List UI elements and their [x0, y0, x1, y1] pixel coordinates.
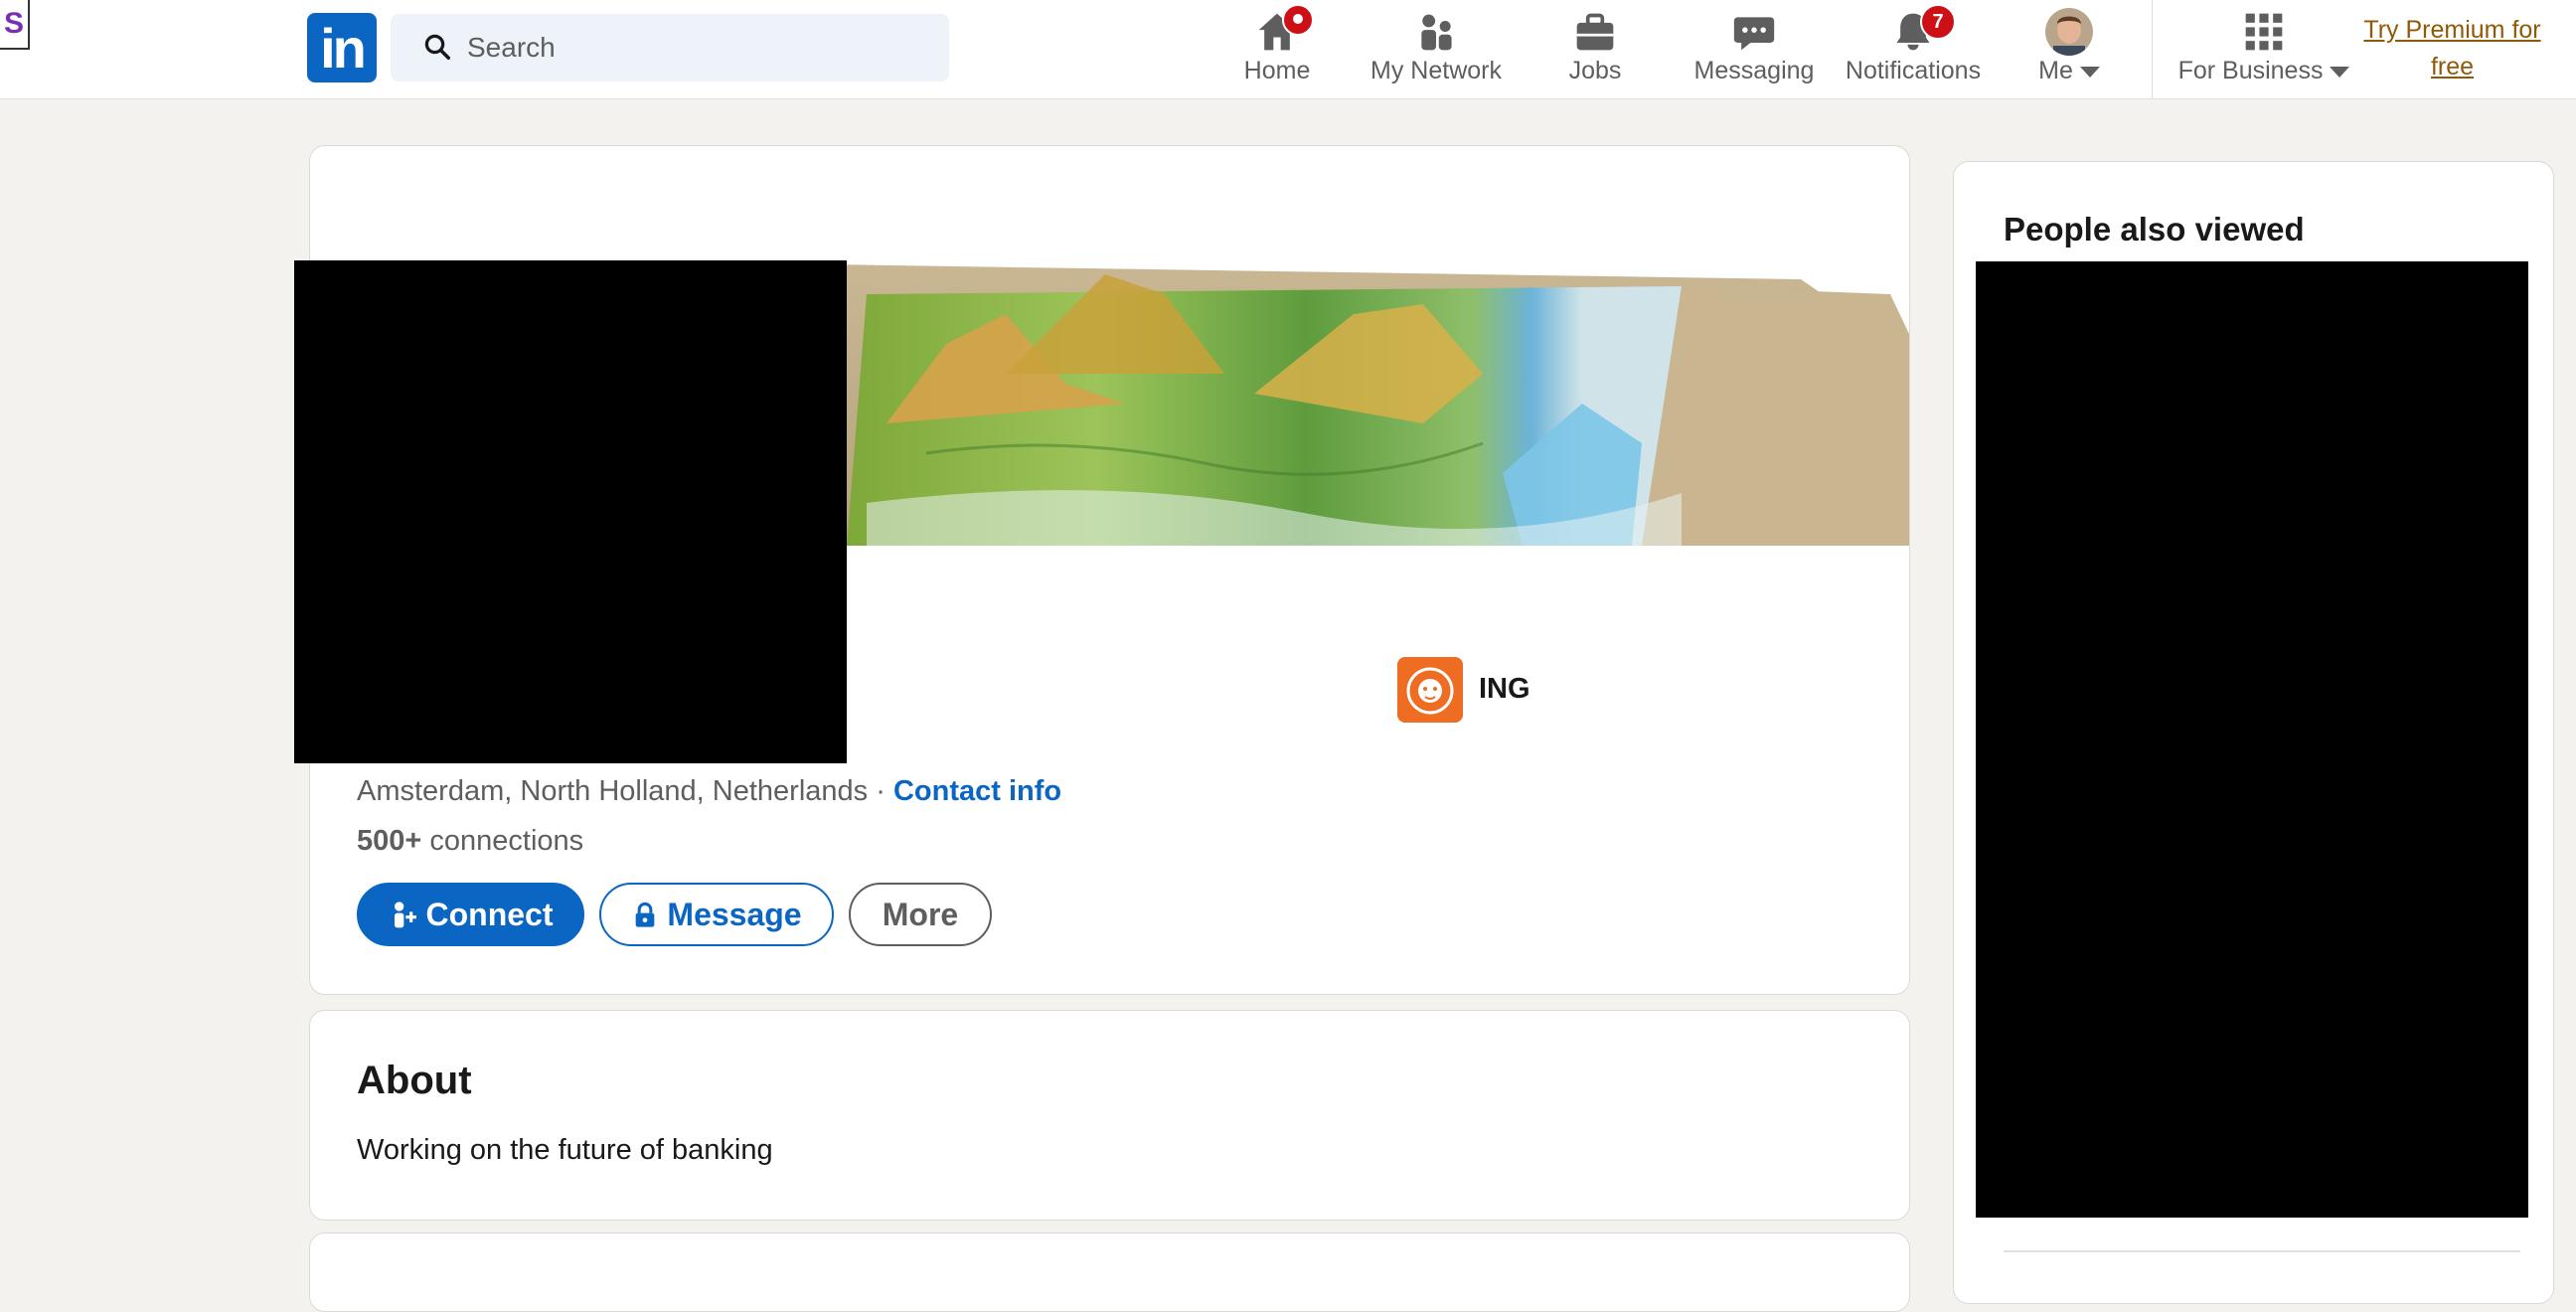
nav-label-me: Me [2000, 57, 2139, 85]
home-notification-dot [1282, 4, 1314, 36]
lock-icon [636, 902, 655, 927]
grid-icon [2245, 13, 2283, 51]
nav-label-for-business: For Business [2165, 57, 2363, 85]
contact-info-link[interactable]: Contact info [893, 775, 1061, 807]
about-text: Working on the future of banking [357, 1134, 773, 1166]
current-company-name[interactable]: ING [1479, 673, 1530, 706]
connect-button[interactable]: Connect [357, 883, 584, 946]
location-text: Amsterdam, North Holland, Netherlands [357, 775, 869, 807]
nav-notifications[interactable]: 7 Notifications [1844, 0, 1983, 99]
nav-label-jobs: Jobs [1568, 57, 1622, 84]
location-separator: · [868, 775, 893, 807]
nav-label-home: Home [1243, 57, 1311, 84]
connections-label: connections [421, 825, 584, 857]
search-icon [424, 34, 450, 60]
message-button-label: Message [667, 897, 802, 932]
sidebar-divider [2004, 1250, 2520, 1252]
nav-for-business[interactable]: For Business [2165, 0, 2363, 99]
people-also-viewed-redacted [1976, 261, 2528, 1218]
nav-my-network[interactable]: My Network [1367, 0, 1506, 99]
ing-lion-logo[interactable] [1397, 657, 1463, 723]
profile-location: Amsterdam, North Holland, Netherlands · … [357, 775, 1061, 808]
nav-label-messaging: Messaging [1693, 57, 1815, 84]
chevron-down-icon [2330, 67, 2350, 79]
network-icon [1421, 14, 1452, 51]
try-premium-link[interactable]: Try Premium for free [2355, 12, 2549, 85]
people-also-viewed-heading: People also viewed [2004, 211, 2305, 247]
messaging-icon [1733, 17, 1775, 51]
extension-badge[interactable]: S [0, 0, 30, 50]
briefcase-icon [1576, 13, 1614, 51]
about-heading: About [357, 1059, 472, 1102]
connections-number: 500+ [357, 825, 422, 857]
connections-count[interactable]: 500+ connections [357, 825, 583, 858]
next-section-card [309, 1232, 1910, 1312]
avatar [2045, 8, 2093, 56]
nav-me[interactable]: Me [2000, 0, 2139, 99]
linkedin-logo[interactable]: in [307, 13, 377, 82]
nav-jobs[interactable]: Jobs [1526, 0, 1665, 99]
about-card [309, 1010, 1910, 1221]
nav-home[interactable]: Home [1208, 0, 1347, 99]
connect-button-label: Connect [425, 897, 554, 932]
nav-label-my-network: My Network [1370, 57, 1502, 84]
more-button[interactable]: More [849, 883, 992, 946]
chevron-down-icon [2079, 67, 2100, 79]
search-input[interactable] [467, 14, 934, 82]
profile-photo-redacted [294, 260, 847, 763]
notifications-count-badge: 7 [1920, 4, 1956, 40]
add-person-icon [394, 902, 416, 928]
nav-label-notifications: Notifications [1845, 57, 1982, 84]
nav-messaging[interactable]: Messaging [1685, 0, 1824, 99]
nav-divider [2152, 0, 2153, 99]
message-button[interactable]: Message [599, 883, 834, 946]
